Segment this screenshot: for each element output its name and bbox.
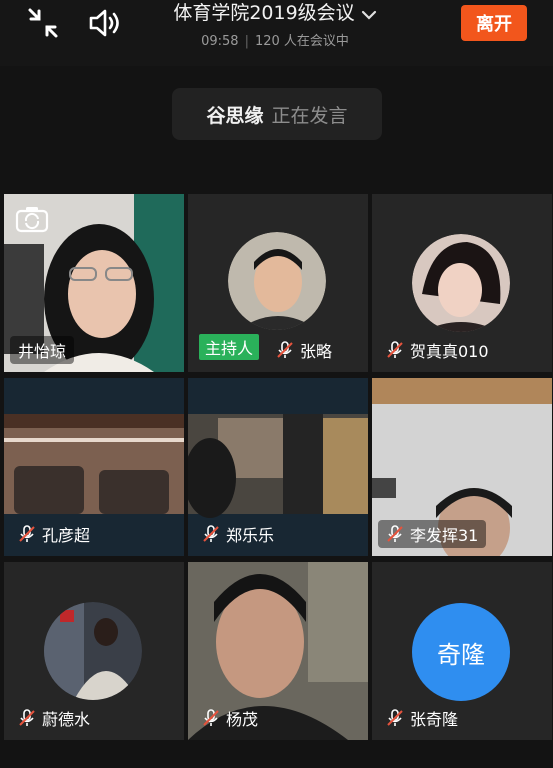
mic-muted-icon <box>387 709 403 726</box>
mic-muted-icon <box>203 525 219 542</box>
chevron-down-icon <box>361 6 377 25</box>
participant-name: 井怡琼 <box>18 342 67 361</box>
meeting-time: 09:58 <box>201 34 239 49</box>
participant-tile[interactable]: 杨茂 <box>188 562 368 740</box>
mic-muted-icon <box>19 525 35 542</box>
participant-name: 郑乐乐 <box>226 526 275 545</box>
participant-name: 张略 <box>300 342 333 361</box>
subtitle-separator: | <box>244 34 249 49</box>
participant-label: 孔彦超 <box>18 520 98 548</box>
participant-label: 井怡琼 <box>10 336 75 364</box>
mic-muted-icon <box>387 341 403 358</box>
participant-avatar <box>412 234 510 332</box>
participant-name: 杨茂 <box>226 710 259 729</box>
participant-initials-avatar: 奇隆 <box>412 603 510 701</box>
participant-avatar <box>44 602 142 700</box>
participant-tile[interactable]: 贺真真010 <box>372 194 552 372</box>
participant-name: 蔚德水 <box>42 710 91 729</box>
speaker-status: 正在发言 <box>271 104 348 127</box>
speaker-name: 谷思缘 <box>206 104 264 127</box>
participant-tile[interactable]: 李发挥31 <box>372 378 552 556</box>
participant-tile[interactable]: 井怡琼 <box>4 194 184 372</box>
speaker-volume-icon[interactable] <box>85 6 125 40</box>
participant-label: 贺真真010 <box>386 336 497 364</box>
mic-muted-icon <box>19 709 35 726</box>
switch-camera-icon[interactable] <box>12 202 52 236</box>
minimize-icon[interactable] <box>24 6 62 40</box>
participant-label: 张略 <box>276 336 340 364</box>
meeting-info[interactable]: 体育学院2019级会议 09:58 | 120 人在会议中 <box>150 0 400 49</box>
leave-button[interactable]: 离开 <box>461 5 527 41</box>
active-speaker-indicator: 谷思缘 正在发言 <box>172 88 382 140</box>
mic-muted-icon <box>203 709 219 726</box>
participant-label: 蔚德水 <box>18 704 98 732</box>
participant-label: 杨茂 <box>202 704 266 732</box>
participant-name: 孔彦超 <box>42 526 91 545</box>
mic-muted-icon <box>387 525 403 542</box>
participant-tile[interactable]: 孔彦超 <box>4 378 184 556</box>
participant-label: 李发挥31 <box>378 520 487 548</box>
participant-name: 贺真真010 <box>410 342 489 361</box>
participant-avatar <box>228 232 326 330</box>
participant-name: 李发挥31 <box>410 526 479 545</box>
host-badge: 主持人 <box>199 334 260 360</box>
participant-label: 张奇隆 <box>386 704 466 732</box>
mic-muted-icon <box>277 341 293 358</box>
meeting-subtitle: 09:58 | 120 人在会议中 <box>150 30 400 49</box>
top-bar: 体育学院2019级会议 09:58 | 120 人在会议中 离开 <box>0 0 553 66</box>
participant-tile[interactable]: 蔚德水 <box>4 562 184 740</box>
participant-name: 张奇隆 <box>410 710 459 729</box>
participant-tile[interactable]: 郑乐乐 <box>188 378 368 556</box>
meeting-title: 体育学院2019级会议 <box>173 2 355 24</box>
participant-label: 郑乐乐 <box>202 520 282 548</box>
attendee-count: 120 人在会议中 <box>254 34 349 49</box>
